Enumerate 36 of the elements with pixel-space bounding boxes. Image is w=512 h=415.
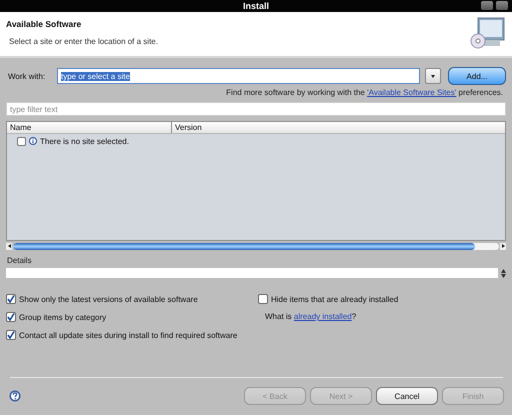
maximize-button[interactable] <box>481 1 493 10</box>
checkbox[interactable] <box>6 312 16 322</box>
spinner-icon[interactable] <box>501 268 506 278</box>
caret-icon <box>431 74 435 78</box>
window-title: Install <box>242 0 269 12</box>
column-header[interactable]: Version <box>172 122 202 133</box>
close-button[interactable] <box>496 1 508 10</box>
wizard-button[interactable]: Cancel <box>376 387 438 405</box>
add-button[interactable]: Add... <box>448 67 506 85</box>
page-title: Available Software <box>6 19 82 29</box>
checkbox-label: Group items by category <box>19 312 106 322</box>
installed-link[interactable]: already installed <box>294 312 352 321</box>
checkbox-label: Contact all update sites during install to find required software <box>19 330 238 340</box>
scroll-right-icon[interactable] <box>502 244 504 248</box>
dropdown-button[interactable] <box>425 68 441 84</box>
section-label: Details <box>6 256 32 265</box>
checkbox[interactable] <box>258 294 268 304</box>
field-label: Work with: <box>7 72 46 80</box>
help-icon[interactable] <box>9 390 21 402</box>
filter-field[interactable]: type filter text <box>6 102 506 116</box>
checkbox[interactable] <box>6 294 16 304</box>
info-icon <box>29 137 37 145</box>
info-text: Find more software by working with the 'Available Software Sites' preferences. <box>225 88 504 97</box>
column-header[interactable]: Name <box>7 122 172 133</box>
checkbox-label: Show only the latest versions of available software <box>19 294 198 304</box>
preferences-link[interactable]: 'Available Software Sites' <box>367 88 456 97</box>
checkbox[interactable] <box>17 136 26 146</box>
info-text: What is already installed? <box>264 311 358 323</box>
checkbox-label: Hide items that are already installed <box>271 294 398 304</box>
checkbox[interactable] <box>6 330 16 340</box>
horizontal-scrollbar[interactable] <box>6 242 506 250</box>
computer-disc-icon <box>470 16 506 50</box>
site-input-field[interactable]: type or select a site <box>57 68 420 84</box>
table-cell: There is no site selected. <box>40 136 129 146</box>
page-description: Select a site or enter the location of a site. <box>9 37 158 46</box>
scroll-left-icon[interactable] <box>8 244 10 248</box>
